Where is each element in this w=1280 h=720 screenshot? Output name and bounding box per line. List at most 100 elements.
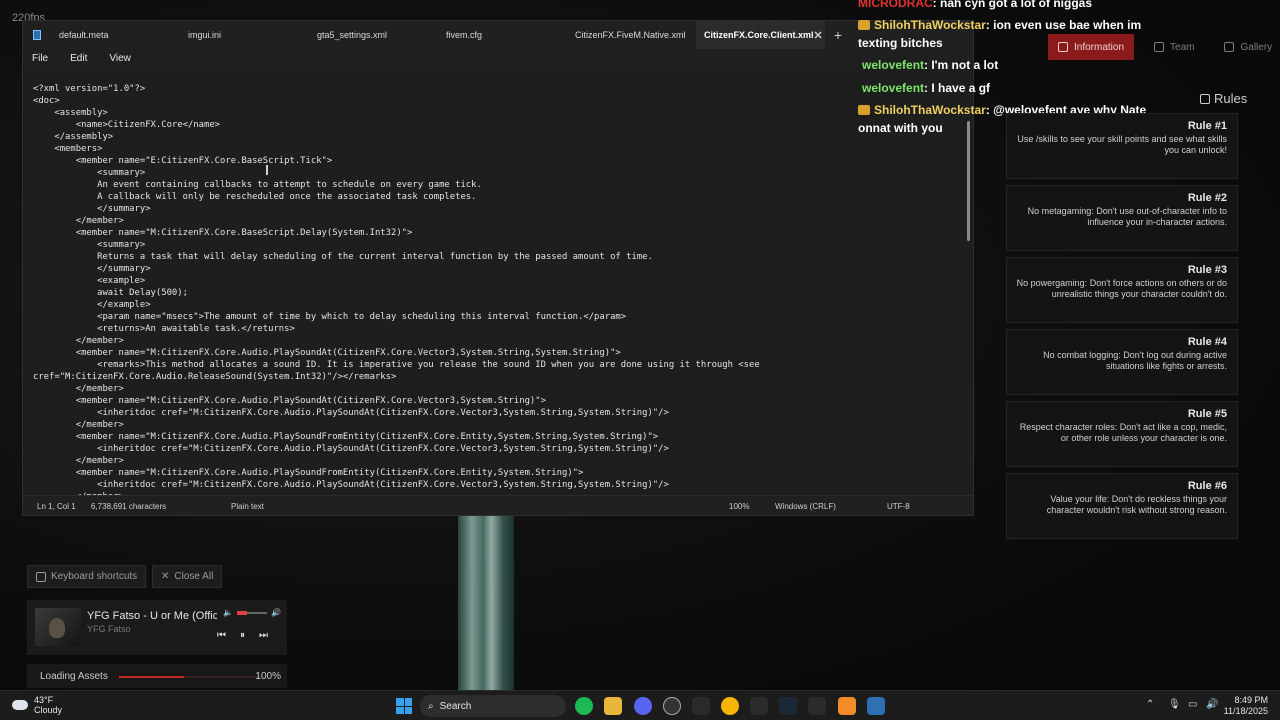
code-line: <inheritdoc cref="M:CitizenFX.Core.Audio…: [33, 444, 669, 454]
cursor-position: Ln 1, Col 1: [37, 502, 76, 511]
close-tab-icon[interactable]: ✕: [814, 29, 823, 42]
tab-information[interactable]: Information: [1048, 34, 1135, 60]
code-line: <returns>An awaitable task.</returns>: [33, 324, 295, 334]
gallery-icon: [1224, 42, 1235, 52]
rules-icon: [1200, 93, 1210, 104]
windows-start-icon[interactable]: [396, 698, 412, 714]
steam-icon[interactable]: [779, 697, 797, 715]
chat-text: : I'm not a lot: [924, 58, 999, 72]
previous-track-icon[interactable]: ⏮: [217, 630, 226, 641]
code-line: <member name="M:CitizenFX.Core.Audio.Pla…: [33, 396, 546, 406]
sub-badge-icon: [858, 20, 870, 30]
loading-label: Loading Assets: [40, 671, 108, 682]
tab-core-client[interactable]: CitizenFX.Core.Client.xml ✕: [696, 21, 825, 49]
code-line: await Delay(500);: [33, 288, 188, 298]
rules-title-text: Rules: [1214, 91, 1248, 106]
discord-icon[interactable]: [634, 697, 652, 715]
tab-team[interactable]: Team: [1144, 34, 1204, 60]
rule-text: Respect character roles: Don't act like …: [1019, 422, 1227, 443]
rule-text: No combat logging: Don't log out during …: [1043, 350, 1227, 371]
album-art: [35, 608, 81, 646]
rule-card: Rule #4 No combat logging: Don't log out …: [1006, 329, 1238, 395]
chat-text: : I have a gf: [924, 81, 991, 95]
code-line: </summary>: [33, 264, 151, 274]
button-label: Close All: [174, 571, 214, 582]
menu-edit[interactable]: Edit: [70, 53, 87, 64]
menu-view[interactable]: View: [109, 53, 131, 64]
tab-gta5-settings[interactable]: gta5_settings.xml: [309, 21, 438, 49]
tab-gallery[interactable]: Gallery: [1214, 34, 1280, 60]
chat-username: welovefent: [862, 58, 925, 72]
button-label: Keyboard shortcuts: [51, 571, 138, 582]
volume-slider[interactable]: [236, 610, 267, 615]
chat-text: : nah cyn got a lot of niggas: [932, 0, 1093, 10]
loading-progress-fill: [119, 676, 185, 678]
next-track-icon[interactable]: ⏭: [259, 630, 268, 641]
code-line: </member>: [33, 384, 124, 394]
track-title: YFG Fatso - U or Me (Official: [87, 610, 217, 622]
spotify-icon[interactable]: [575, 697, 593, 715]
notepad-window: default.meta imgui.ini gta5_settings.xml…: [22, 20, 974, 516]
speaker-icon[interactable]: 🔊: [1206, 699, 1218, 710]
code-line: <assembly>: [33, 108, 108, 118]
code-line: A callback will only be rescheduled once…: [33, 192, 477, 202]
code-line: cref="M:CitizenFX.Core.Audio.ReleaseSoun…: [33, 372, 397, 382]
line-ending: Windows (CRLF): [775, 502, 836, 511]
vertical-scrollbar[interactable]: [967, 81, 971, 495]
tab-default-meta[interactable]: default.meta: [51, 21, 180, 49]
pause-icon[interactable]: ⏸: [240, 630, 245, 641]
display-icon[interactable]: ▭: [1188, 699, 1197, 710]
tab-fivem-cfg[interactable]: fivem.cfg: [438, 21, 567, 49]
text-editor[interactable]: <?xml version="1.0"?> <doc> <assembly> <n…: [23, 79, 969, 495]
tray-chevron-icon[interactable]: ⌃: [1146, 699, 1154, 710]
code-line: <member name="M:CitizenFX.Core.BaseScrip…: [33, 228, 413, 238]
tab-fivem-native[interactable]: CitizenFX.FiveM.Native.xml: [567, 21, 696, 49]
tab-label: CitizenFX.FiveM.Native.xml: [575, 30, 686, 40]
fivem-icon[interactable]: [838, 697, 856, 715]
tab-label: imgui.ini: [188, 30, 222, 40]
media-player: YFG Fatso - U or Me (Official YFG Fatso …: [27, 600, 287, 655]
code-line: </member>: [33, 336, 124, 346]
new-tab-button[interactable]: +: [825, 21, 851, 49]
github-icon[interactable]: [663, 697, 681, 715]
cloud-icon: [12, 700, 28, 710]
info-icon: [1058, 42, 1068, 52]
keyboard-shortcuts-button[interactable]: Keyboard shortcuts: [27, 565, 147, 588]
app-icon[interactable]: [750, 697, 768, 715]
sub-badge-icon: [858, 105, 870, 115]
epic-games-alt-icon[interactable]: [808, 697, 826, 715]
code-line: An event containing callbacks to attempt…: [33, 180, 482, 190]
chrome-icon[interactable]: [721, 697, 739, 715]
volume-control[interactable]: 🔈 🔊: [223, 608, 281, 617]
char-count: 6,738,691 characters: [91, 502, 167, 511]
taskbar-search[interactable]: ⌕ Search: [420, 695, 566, 717]
weather-desc: Cloudy: [34, 705, 63, 715]
code-line: <inheritdoc cref="M:CitizenFX.Core.Audio…: [33, 480, 669, 490]
tab-imgui-ini[interactable]: imgui.ini: [180, 21, 309, 49]
code-line: </member>: [33, 456, 124, 466]
rule-text: Use /skills to see your skill points and…: [1017, 134, 1227, 155]
menu-file[interactable]: File: [32, 53, 48, 64]
close-icon: ✕: [161, 571, 170, 582]
microphone-icon[interactable]: 🎙: [1168, 699, 1181, 710]
rule-heading: Rule #3: [1187, 264, 1227, 276]
tab-label: fivem.cfg: [446, 30, 483, 40]
tab-label: Information: [1074, 41, 1125, 53]
code-line: <summary>: [33, 168, 146, 178]
rule-text: Value your life: Don't do reckless thing…: [1046, 494, 1227, 515]
epic-games-icon[interactable]: [692, 697, 710, 715]
notepad-icon: [23, 21, 51, 49]
file-explorer-icon[interactable]: [604, 697, 622, 715]
code-line: <remarks>This method allocates a sound I…: [33, 360, 760, 370]
tab-label: Gallery: [1240, 41, 1273, 53]
search-icon: ⌕: [428, 700, 434, 712]
weather-widget[interactable]: 43°F Cloudy: [12, 695, 62, 715]
notepad-taskbar-icon[interactable]: [867, 697, 885, 715]
code-line: </summary>: [33, 204, 151, 214]
close-all-button[interactable]: ✕ Close All: [152, 565, 223, 588]
rule-heading: Rule #4: [1187, 336, 1227, 348]
status-bar: Ln 1, Col 1 6,738,691 characters Plain t…: [23, 495, 973, 515]
clock[interactable]: 8:49 PM 11/18/2025: [1224, 695, 1268, 717]
code-line: <summary>: [33, 240, 146, 250]
code-line: <?xml version="1.0"?>: [33, 84, 146, 94]
